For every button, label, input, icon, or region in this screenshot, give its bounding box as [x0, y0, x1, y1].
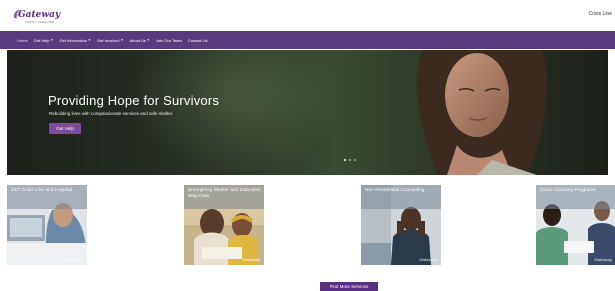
nav-item-contact-us[interactable]: Contact Us: [188, 38, 208, 43]
carousel-dot[interactable]: [354, 159, 356, 161]
carousel-dot[interactable]: [344, 159, 346, 161]
service-card-emergency-shelter[interactable]: Emergency Shelter and Extended Stay Care…: [184, 185, 264, 265]
nav-item-label: Join Our Team: [155, 37, 182, 43]
card-logo: Gateway: [419, 257, 437, 262]
hero-banner: Providing Hope for Survivors Rebuilding …: [7, 50, 608, 175]
service-label: 24/7 Crisis Line and Hospital: [11, 188, 73, 193]
nav-item-get-help[interactable]: Get Help ▼: [34, 38, 54, 43]
service-label: Court Advocacy Programs: [540, 188, 596, 193]
card-logo: Gateway: [65, 257, 83, 262]
chevron-down-icon: ▼: [120, 38, 124, 42]
service-card-counseling[interactable]: Non-Residential Counseling Gateway: [361, 185, 441, 265]
get-help-button[interactable]: Get Help: [49, 123, 81, 134]
gateway-logo[interactable]: Gateway FAMILY SERVICES: [12, 8, 60, 24]
service-label: Non-Residential Counseling: [365, 188, 425, 193]
crisis-line-link[interactable]: Crisis Line: [589, 11, 612, 17]
find-more-services-button[interactable]: Find More Services: [320, 282, 378, 291]
site-header: Gateway FAMILY SERVICES Crisis Line: [0, 0, 615, 31]
nav-item-label: Get Information: [59, 37, 88, 43]
chevron-down-icon: ▼: [146, 38, 150, 42]
main-nav: Home Get Help ▼ Get Information ▼ Get Invo…: [0, 31, 615, 49]
card-logo: Gateway: [594, 257, 612, 262]
service-label: Emergency Shelter and Extended Stay Care: [188, 188, 260, 199]
logo-text: Gateway: [18, 10, 61, 20]
nav-item-home[interactable]: Home: [17, 38, 28, 43]
card-logo: Gateway: [242, 257, 260, 262]
nav-item-label: Home: [17, 37, 28, 43]
nav-item-label: Get Involved: [97, 37, 120, 43]
hero-subtitle: Rebuilding lives with compassionate serv…: [49, 111, 174, 116]
chevron-down-icon: ▼: [50, 38, 54, 42]
hero-woman-photo: [417, 50, 547, 175]
nav-item-join-our-team[interactable]: Join Our Team: [156, 38, 182, 43]
nav-item-get-information[interactable]: Get Information ▼: [59, 38, 91, 43]
logo-subtext: FAMILY SERVICES: [25, 20, 55, 24]
nav-item-about-us[interactable]: About Us ▼: [129, 38, 149, 43]
carousel-dot[interactable]: [349, 159, 351, 161]
nav-item-get-involved[interactable]: Get Involved ▼: [97, 38, 123, 43]
nav-item-label: Get Help: [33, 37, 50, 43]
service-card-crisis-line[interactable]: 24/7 Crisis Line and Hospital Gateway: [7, 185, 87, 265]
hero-title: Providing Hope for Survivors: [48, 93, 220, 108]
carousel-dots: [344, 159, 356, 161]
chevron-down-icon: ▼: [88, 38, 92, 42]
service-card-court-advocacy[interactable]: Court Advocacy Programs Gateway: [536, 185, 615, 265]
nav-item-label: About Us: [129, 37, 146, 43]
nav-item-label: Contact Us: [187, 37, 208, 43]
